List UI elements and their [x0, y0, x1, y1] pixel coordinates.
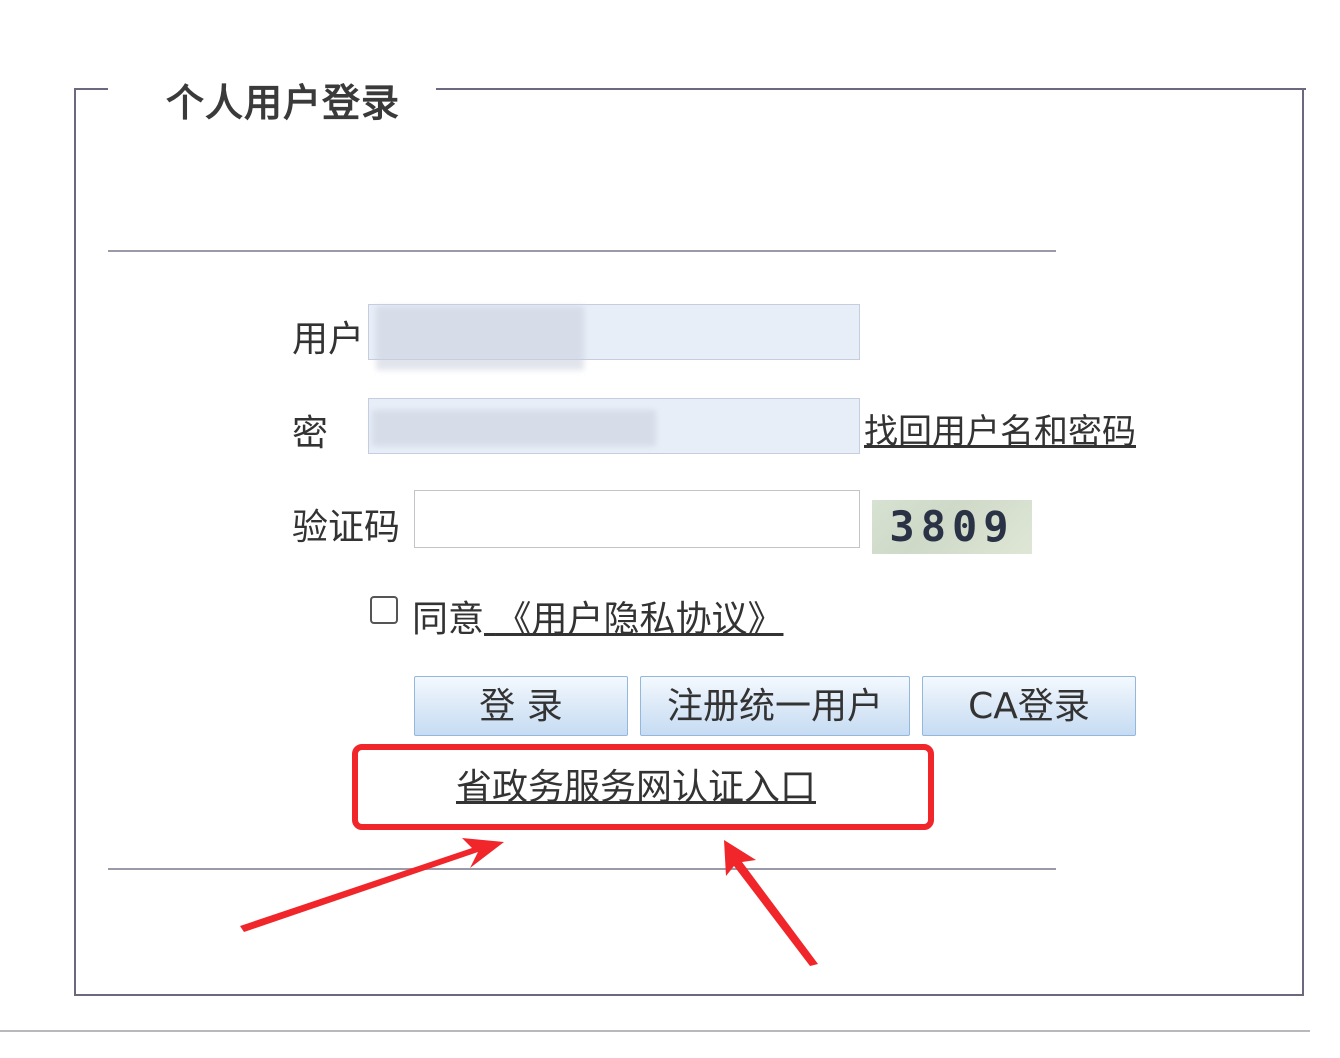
captcha-image[interactable]: 3809	[872, 500, 1032, 554]
username-label: 用户	[292, 319, 365, 360]
divider-bottom	[108, 868, 1056, 870]
username-redaction	[376, 306, 584, 370]
captcha-input[interactable]	[414, 490, 860, 548]
panel-border-top-left	[74, 88, 108, 90]
panel-title: 个人用户登录	[166, 81, 401, 125]
privacy-policy-link[interactable]: 《用户隐私协议》	[495, 599, 783, 640]
gov-service-auth-link[interactable]: 省政务服务网认证入口	[414, 758, 858, 810]
agree-checkbox[interactable]	[370, 596, 398, 624]
ca-login-button[interactable]: CA登录	[922, 676, 1136, 736]
captcha-label: 验证码	[292, 507, 401, 548]
agree-prefix: 同意	[412, 599, 485, 640]
login-button[interactable]: 登 录	[414, 676, 628, 736]
password-redaction	[372, 410, 656, 446]
recover-account-link[interactable]: 找回用户名和密码	[864, 404, 1136, 453]
register-button[interactable]: 注册统一用户	[640, 676, 910, 736]
divider-top	[108, 250, 1056, 252]
panel-border-top-right	[436, 88, 1306, 90]
agree-text: 同意 《用户隐私协议》	[412, 590, 783, 642]
password-label: 密	[292, 413, 329, 454]
footer-divider	[0, 1030, 1310, 1032]
